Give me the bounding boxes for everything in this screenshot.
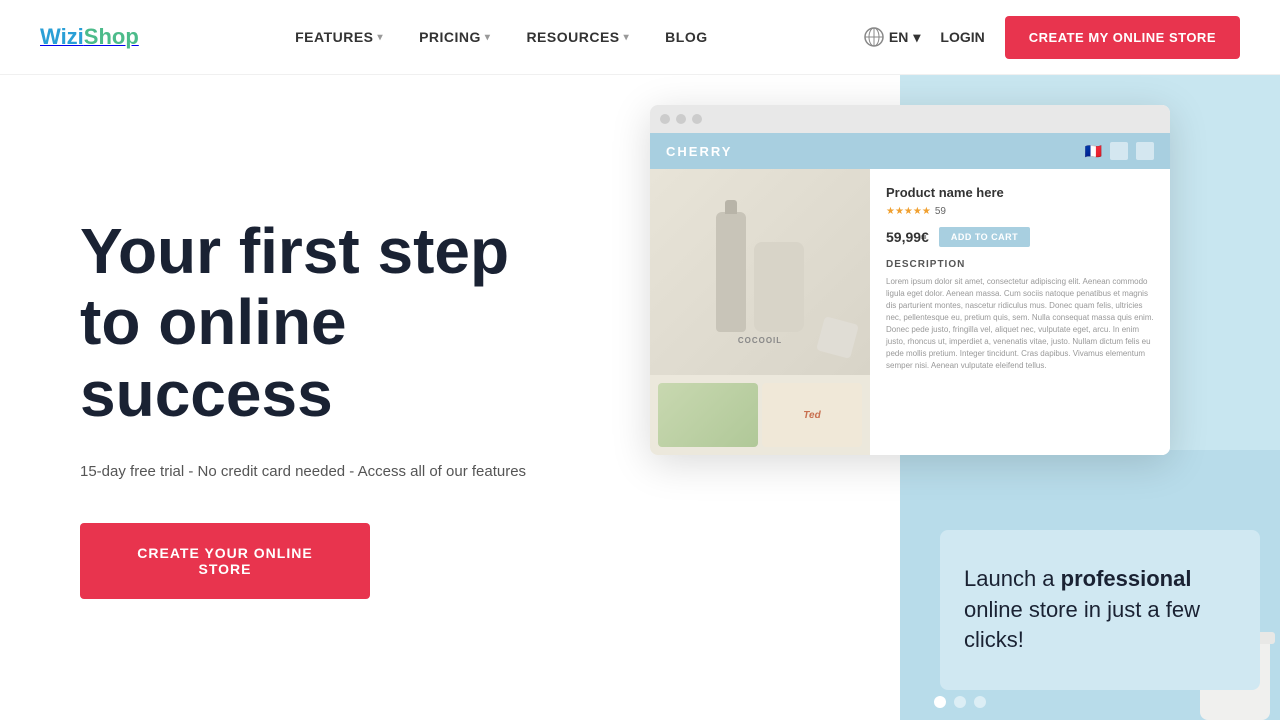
lang-label: EN [889, 29, 908, 45]
hero-left: Your first step to online success 15-day… [0, 75, 640, 720]
description-label: DESCRIPTION [886, 259, 1154, 270]
logo-shop: Shop [84, 24, 139, 49]
bottle-wide [754, 242, 804, 332]
chevron-down-icon: ▾ [378, 32, 384, 43]
thumb-plant [658, 383, 758, 447]
nav-link-resources[interactable]: RESOURCES ▾ [526, 29, 629, 45]
store-preview-browser: CHERRY 🇫🇷 [650, 105, 1170, 455]
hero-cta-button[interactable]: CREATE YOUR ONLINE STORE [80, 523, 370, 599]
info-text-end: online store in just a few clicks! [964, 597, 1200, 653]
store-icons: 🇫🇷 [1085, 142, 1154, 160]
hero-right: CHERRY 🇫🇷 [640, 75, 1280, 720]
nav-item-blog[interactable]: BLOG [665, 29, 707, 45]
hero-title: Your first step to online success [80, 216, 580, 431]
chevron-down-icon: ▾ [913, 29, 920, 46]
product-image-area: COCOOIL Ted [650, 169, 870, 455]
logo[interactable]: WiziShop [40, 24, 139, 50]
product-main-image: COCOOIL [650, 169, 870, 375]
product-price: 59,99€ [886, 229, 929, 245]
store-body: COCOOIL Ted Product name here [650, 169, 1170, 455]
chevron-down-icon: ▾ [485, 32, 491, 43]
price-row: 59,99€ ADD TO CART [886, 227, 1154, 247]
store-cart-icon [1136, 142, 1154, 160]
nav-link-features[interactable]: FEATURES ▾ [295, 29, 383, 45]
stars-row: ★★★★★ 59 [886, 206, 1154, 217]
browser-content: CHERRY 🇫🇷 [650, 133, 1170, 455]
store-name: CHERRY [666, 144, 732, 159]
browser-dot-3 [692, 114, 702, 124]
nav-item-resources[interactable]: RESOURCES ▾ [526, 29, 629, 45]
dot-3[interactable] [974, 696, 986, 708]
product-brand-label: COCOOIL [738, 336, 782, 345]
browser-dot-1 [660, 114, 670, 124]
store-user-icon [1110, 142, 1128, 160]
info-card-text: Launch a professional online store in ju… [964, 564, 1236, 656]
logo-wizi: Wizi [40, 24, 84, 49]
browser-dot-2 [676, 114, 686, 124]
add-to-cart-button[interactable]: ADD TO CART [939, 227, 1030, 247]
star-count: 59 [935, 206, 946, 217]
browser-bar [650, 105, 1170, 133]
product-name: Product name here [886, 185, 1154, 200]
bottle-tall [716, 212, 746, 332]
info-card: Launch a professional online store in ju… [940, 530, 1260, 690]
hero-subtitle: 15-day free trial - No credit card neede… [80, 461, 580, 484]
dots-indicator [934, 696, 986, 708]
star-icon: ★★★★★ [886, 206, 931, 217]
flag-icon: 🇫🇷 [1085, 143, 1102, 160]
product-thumbnails: Ted [650, 375, 870, 455]
login-link[interactable]: LOGIN [940, 29, 984, 45]
nav-right: EN ▾ LOGIN CREATE MY ONLINE STORE [864, 16, 1240, 59]
info-text-launch: Launch a [964, 566, 1061, 591]
nav-links: FEATURES ▾ PRICING ▾ RESOURCES ▾ BLOG [295, 29, 708, 45]
language-selector[interactable]: EN ▾ [864, 27, 920, 47]
dot-2[interactable] [954, 696, 966, 708]
product-bottles [696, 192, 824, 352]
thumb-brand: Ted [762, 383, 862, 447]
description-text: Lorem ipsum dolor sit amet, consectetur … [886, 276, 1154, 372]
info-text-professional: professional [1061, 566, 1192, 591]
product-details: Product name here ★★★★★ 59 59,99€ ADD TO… [870, 169, 1170, 455]
cube-decoration [816, 316, 859, 359]
nav-item-features[interactable]: FEATURES ▾ [295, 29, 383, 45]
navbar: WiziShop FEATURES ▾ PRICING ▾ RESOURCES … [0, 0, 1280, 75]
globe-icon [864, 27, 884, 47]
nav-cta-button[interactable]: CREATE MY ONLINE STORE [1005, 16, 1240, 59]
chevron-down-icon: ▾ [624, 32, 630, 43]
nav-item-pricing[interactable]: PRICING ▾ [419, 29, 490, 45]
nav-link-pricing[interactable]: PRICING ▾ [419, 29, 490, 45]
dot-1[interactable] [934, 696, 946, 708]
hero-section: Your first step to online success 15-day… [0, 75, 1280, 720]
store-header: CHERRY 🇫🇷 [650, 133, 1170, 169]
nav-link-blog[interactable]: BLOG [665, 29, 707, 45]
thumb-brand-text: Ted [803, 410, 820, 421]
